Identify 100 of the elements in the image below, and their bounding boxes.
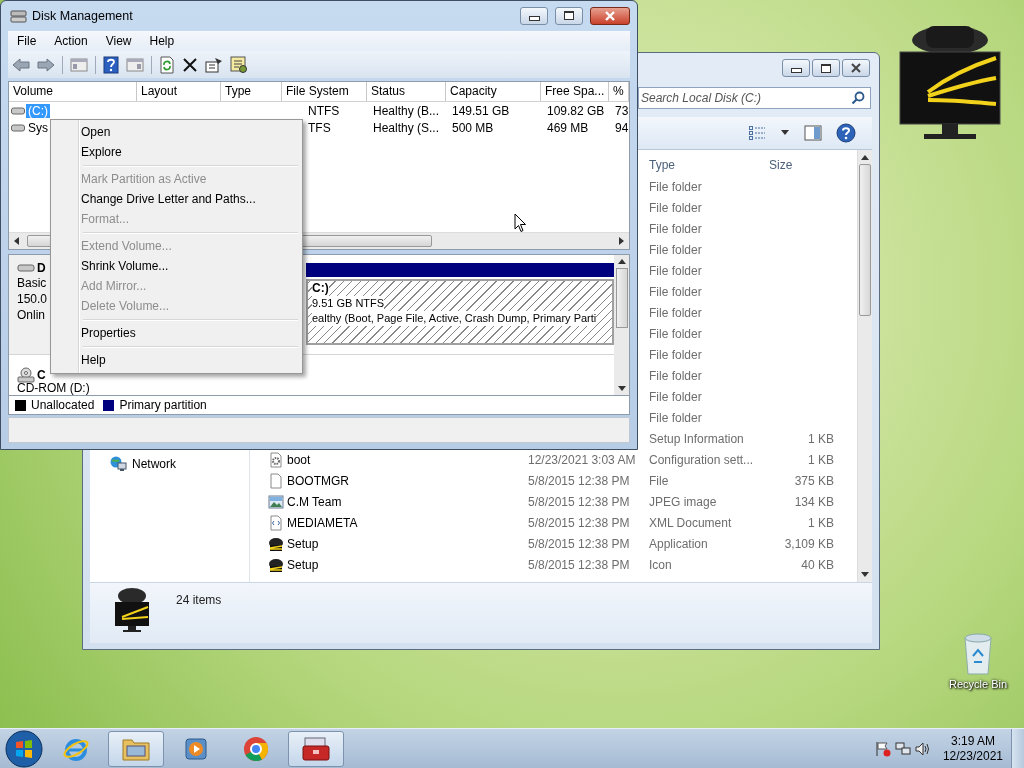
maximize-button[interactable] (812, 59, 840, 77)
recycle-bin-icon[interactable] (961, 632, 995, 676)
disk-info: Basic (17, 275, 47, 292)
volume-cell: 94 (615, 120, 629, 135)
vertical-scrollbar[interactable] (614, 255, 629, 396)
caret-icon[interactable] (780, 130, 790, 136)
item-count: 24 items (176, 593, 222, 607)
speaker-icon[interactable] (914, 740, 931, 757)
column-header[interactable]: Layout (137, 82, 221, 102)
type-cell-text: Configuration sett... (649, 452, 755, 467)
scroll-down-arrow-icon[interactable] (617, 386, 626, 392)
menu-item[interactable]: Explore (53, 142, 300, 162)
disk-info: Onlin (17, 307, 45, 324)
menu-item[interactable]: View (96, 33, 141, 48)
search-icon (851, 91, 865, 105)
media-player-icon (183, 735, 209, 762)
drive-icon (11, 122, 25, 133)
window-title: Disk Management (32, 8, 133, 23)
clock[interactable]: 3:19 AM 12/23/2021 (942, 733, 1003, 764)
column-header[interactable]: Capacity (446, 82, 541, 102)
type-cell-text: File folder (649, 242, 703, 257)
view-icon[interactable] (748, 125, 766, 141)
preview-pane-icon[interactable] (804, 125, 822, 141)
menu-item[interactable]: Action (45, 33, 97, 48)
menu-item[interactable]: Open (53, 122, 300, 142)
type-cell-text: File folder (649, 284, 703, 299)
minimize-button[interactable] (520, 6, 548, 25)
column-header[interactable]: Type (221, 82, 282, 102)
legend-label: Unallocated (31, 398, 95, 413)
network-icon[interactable] (894, 740, 911, 757)
taskbar-button[interactable] (288, 730, 344, 767)
scroll-right-arrow-icon[interactable] (619, 237, 624, 246)
drive-icon (11, 105, 25, 116)
disk-info: CD-ROM (D:) (17, 382, 90, 396)
close-button[interactable] (842, 59, 870, 77)
volume-cell: TFS (308, 120, 331, 135)
maximize-button[interactable] (555, 6, 583, 25)
size-cell-text: 134 KB (793, 494, 835, 509)
type-cell-text: File folder (649, 326, 703, 341)
minimize-button[interactable] (782, 59, 810, 77)
monitor-hat-icon (112, 587, 152, 633)
column-header[interactable]: Status (367, 82, 446, 102)
scroll-left-arrow-icon[interactable] (14, 237, 19, 246)
close-icon (850, 63, 862, 73)
vertical-scrollbar[interactable] (857, 150, 872, 582)
file-name[interactable]: boot (287, 452, 311, 467)
close-button[interactable] (590, 6, 630, 25)
column-header[interactable]: Free Spa... (541, 82, 609, 102)
nav-item[interactable]: Network (90, 454, 249, 474)
forward-arrow-icon[interactable] (37, 57, 55, 72)
type-cell-text: File (649, 473, 670, 488)
disk-name: D (37, 261, 46, 276)
back-arrow-icon[interactable] (12, 57, 30, 72)
menu-item[interactable]: Shrink Volume... (53, 256, 300, 276)
pointer-cursor-icon (514, 213, 527, 233)
file-name[interactable]: C.M Team (287, 494, 342, 509)
volume-cell: Healthy (B... (373, 103, 440, 118)
help-icon[interactable] (836, 123, 856, 143)
cross-icon[interactable] (182, 56, 198, 73)
scroll-up-arrow-icon[interactable] (617, 259, 626, 265)
type-cell-text: File folder (649, 305, 703, 320)
volume-cell: 73 (615, 103, 629, 118)
column-header[interactable]: % (609, 82, 629, 102)
menu-item[interactable]: Properties (53, 323, 300, 343)
column-header[interactable]: Type (649, 158, 769, 172)
file-name[interactable]: Setup (287, 536, 319, 551)
drive-icon (17, 263, 35, 274)
chrome-icon (242, 734, 270, 763)
refresh-icon[interactable] (159, 55, 175, 74)
type-cell-text: File folder (649, 200, 703, 215)
scroll-down-arrow-icon[interactable] (861, 572, 869, 577)
drive-letter[interactable]: Sys (26, 120, 50, 135)
volume-cell: 149.51 GB (452, 103, 510, 118)
column-header[interactable]: File System (282, 82, 367, 102)
menu-item[interactable]: Help (53, 350, 300, 370)
file-icon (268, 472, 284, 489)
menu-item[interactable]: Change Drive Letter and Paths... (53, 189, 300, 209)
partition-size: 9.51 GB NTFS (312, 296, 385, 312)
file-name[interactable]: BOOTMGR (287, 473, 349, 488)
volume-cell: 500 MB (452, 120, 494, 135)
size-cell-text: 40 KB (800, 557, 835, 572)
menu-item[interactable]: File (8, 33, 46, 48)
file-name[interactable]: MEDIAMETA (287, 515, 358, 530)
type-cell-text: Setup Information (649, 431, 745, 446)
column-header[interactable]: Size (769, 158, 835, 172)
size-cell-text: 1 KB (807, 515, 835, 530)
start-button[interactable] (4, 728, 44, 768)
date-cell-text: 5/8/2015 12:38 PM (528, 494, 631, 509)
help-icon[interactable] (103, 55, 119, 74)
menu-item[interactable]: Help (140, 33, 184, 48)
file-name[interactable]: Setup (287, 557, 319, 572)
size-cell-text: 3,109 KB (783, 536, 835, 551)
partition-name: C:) (312, 281, 329, 297)
column-header[interactable]: Volume (9, 82, 137, 102)
date-cell-text: 5/8/2015 12:38 PM (528, 557, 631, 572)
scroll-up-arrow-icon[interactable] (861, 155, 869, 160)
legend-label: Primary partition (119, 398, 207, 413)
flag-icon[interactable] (874, 740, 891, 757)
taskbar-button[interactable] (108, 730, 164, 767)
search-field[interactable]: Search Local Disk (C:) (638, 87, 871, 109)
